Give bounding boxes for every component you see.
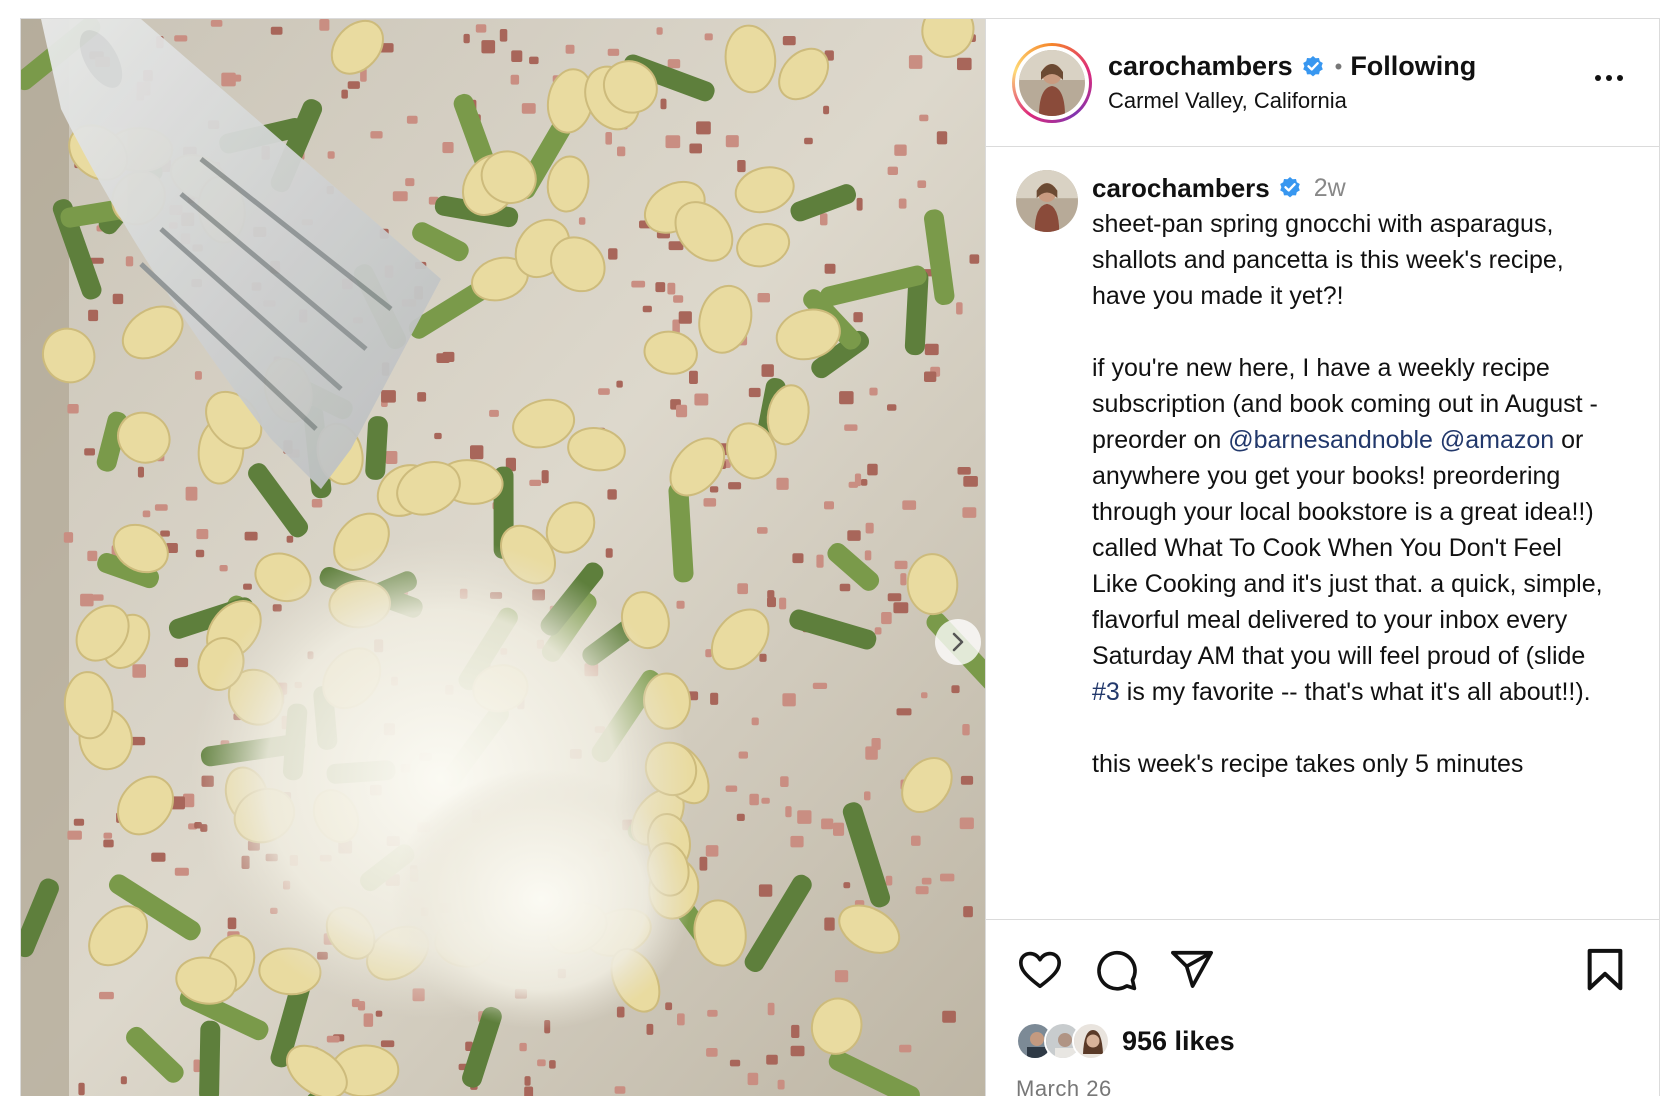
caption-scroll-area[interactable]: carochambers 2w sheet-pan spring gnocchi…	[986, 148, 1659, 919]
share-icon	[1171, 950, 1213, 988]
liker-avatars[interactable]	[1016, 1022, 1110, 1060]
caption-text: or anywhere you get your books! preorder…	[1092, 426, 1610, 670]
separator-dot: •	[1334, 53, 1343, 79]
caption-paragraph-1: sheet-pan spring gnocchi with asparagus,…	[1092, 210, 1571, 310]
post-header: carochambers • Following Carmel Valley, …	[986, 19, 1659, 147]
mention-barnesandnoble[interactable]: @barnesandnoble	[1228, 426, 1433, 454]
caption-username[interactable]: carochambers	[1092, 170, 1270, 206]
hashtag-link[interactable]: #3	[1092, 678, 1120, 706]
location-link[interactable]: Carmel Valley, California	[1108, 88, 1476, 114]
header-username[interactable]: carochambers	[1108, 51, 1293, 82]
actions-area: 956 likes March 26	[986, 919, 1659, 1096]
caption-paragraph-3: this week's recipe takes only 5 minutes	[1092, 750, 1524, 778]
post-image[interactable]	[21, 19, 985, 1096]
gnocchi-photo	[21, 19, 985, 1096]
likes-row: 956 likes	[1016, 1020, 1629, 1062]
caption-paragraph-2: if you're new here, I have a weekly reci…	[1092, 350, 1612, 710]
verified-badge-icon	[1279, 177, 1300, 198]
more-options-button[interactable]	[1595, 69, 1623, 87]
post-date[interactable]: March 26	[1016, 1076, 1629, 1096]
heart-icon	[1019, 951, 1061, 989]
likes-count[interactable]: 956 likes	[1122, 1026, 1235, 1057]
comment-icon	[1097, 950, 1137, 991]
action-bar	[1016, 920, 1629, 1020]
save-button[interactable]	[1581, 946, 1629, 994]
like-button[interactable]	[1016, 946, 1064, 994]
chevron-right-icon	[952, 632, 964, 652]
post-container: carochambers • Following Carmel Valley, …	[20, 18, 1660, 1096]
caption-avatar[interactable]	[1016, 170, 1078, 232]
next-slide-button[interactable]	[935, 619, 981, 665]
caption-body: carochambers 2w sheet-pan spring gnocchi…	[1092, 170, 1612, 919]
story-ring[interactable]	[1012, 42, 1092, 123]
following-button[interactable]: Following	[1350, 51, 1476, 82]
avatar	[1072, 1022, 1110, 1060]
more-horizontal-icon	[1595, 75, 1601, 81]
verified-badge-icon	[1302, 55, 1323, 76]
avatar[interactable]	[1019, 49, 1085, 116]
comment-button[interactable]	[1092, 946, 1140, 994]
mention-amazon[interactable]: @amazon	[1440, 426, 1554, 454]
share-button[interactable]	[1168, 946, 1216, 994]
caption-timestamp[interactable]: 2w	[1314, 170, 1346, 206]
bookmark-icon	[1587, 948, 1623, 991]
caption-text: is my favorite -- that's what it's all a…	[1119, 678, 1591, 706]
post-side-panel: carochambers • Following Carmel Valley, …	[985, 19, 1659, 1096]
